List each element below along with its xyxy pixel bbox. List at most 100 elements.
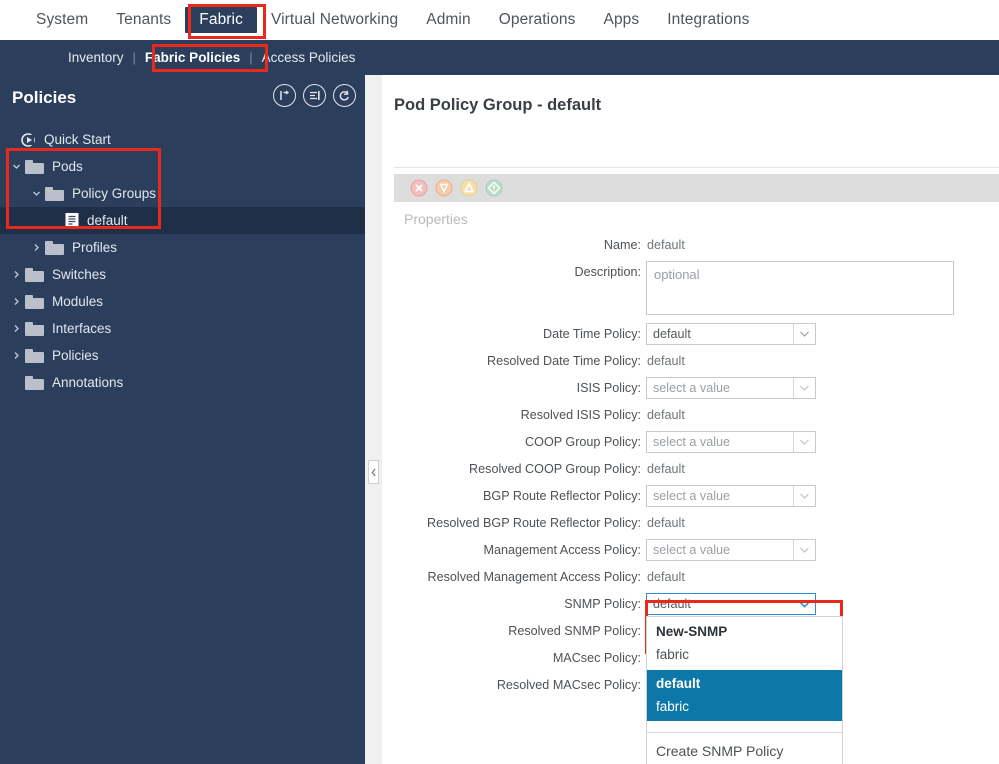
chevron-right-icon[interactable] [8,270,25,279]
resolved-management-access-policy-value: default [647,570,685,584]
properties-form: Name: default Description: optional Date… [382,234,999,764]
chevron-down-icon[interactable] [793,432,815,452]
snmp-dropdown-group-all: default fabric [647,670,842,721]
subnav-separator-2: | [249,50,253,65]
nav-item-admin[interactable]: Admin [412,7,484,33]
snmp-option-new-snmp[interactable]: New-SNMP [647,620,842,643]
snmp-option-fabric-recent[interactable]: fabric [647,643,842,666]
description-textarea[interactable]: optional [646,261,954,315]
nav-item-operations[interactable]: Operations [485,7,590,33]
chevron-right-icon[interactable] [8,351,25,360]
snmp-policy-select[interactable]: default [646,593,816,615]
management-access-policy-label: Management Access Policy: [483,543,642,557]
snmp-dropdown-group-recent: New-SNMP fabric [647,617,842,670]
nav-item-apps[interactable]: Apps [590,7,654,33]
minor-fault-icon[interactable] [460,179,478,197]
form-row-snmp-policy: SNMP Policy: default New-SNMP fabric def… [382,593,999,764]
form-row-coop-group-policy: COOP Group Policy: select a value [382,431,999,458]
chevron-down-icon[interactable] [793,486,815,506]
folder-icon [25,321,45,336]
form-row-resolved-isis-policy: Resolved ISIS Policy: default [382,404,999,431]
resolved-coop-group-policy-value: default [647,462,685,476]
snmp-policy-value: default [653,597,691,611]
tree-item-pods[interactable]: Pods [0,153,365,180]
snmp-policy-dropdown[interactable]: New-SNMP fabric default fabric Create SN… [646,616,843,764]
quick-start-icon [21,132,40,147]
nav-item-integrations[interactable]: Integrations [653,7,763,33]
coop-group-policy-select[interactable]: select a value [646,431,816,453]
management-access-policy-control: select a value [646,539,816,561]
date-time-policy-control: default [646,323,816,345]
tree-label: Annotations [52,375,124,390]
coop-group-policy-label: COOP Group Policy: [525,435,641,449]
tree-item-profiles[interactable]: Profiles [0,234,365,261]
tree-item-interfaces[interactable]: Interfaces [0,315,365,342]
date-time-policy-value: default [653,327,691,341]
subnav-item-fabric-policies[interactable]: Fabric Policies [145,50,240,65]
form-row-management-access-policy: Management Access Policy: select a value [382,539,999,566]
tree-item-default[interactable]: default [0,207,365,234]
chevron-right-icon[interactable] [8,324,25,333]
tree-item-switches[interactable]: Switches [0,261,365,288]
tree-label: Interfaces [52,321,112,336]
chevron-down-icon[interactable] [793,324,815,344]
form-row-resolved-bgp-route-reflector-policy: Resolved BGP Route Reflector Policy: def… [382,512,999,539]
nav-item-tenants[interactable]: Tenants [102,7,185,33]
tree-item-annotations[interactable]: Annotations [0,369,365,396]
nav-item-virtual-networking[interactable]: Virtual Networking [257,7,412,33]
tree-label: Switches [52,267,107,282]
snmp-option-fabric[interactable]: fabric [647,695,842,718]
isis-policy-select[interactable]: select a value [646,377,816,399]
major-fault-icon[interactable] [435,179,453,197]
nav-item-fabric[interactable]: Fabric [185,7,257,33]
folder-icon [25,267,45,282]
isis-policy-value: select a value [653,381,731,395]
create-snmp-policy-option[interactable]: Create SNMP Policy [647,733,842,764]
chevron-down-icon[interactable] [793,378,815,398]
name-value: default [647,238,685,252]
bgp-route-reflector-policy-select[interactable]: select a value [646,485,816,507]
document-icon [65,212,79,229]
folder-icon [45,240,65,255]
tree-label: Pods [52,159,83,174]
tree-label: Quick Start [44,132,111,147]
resolved-isis-policy-value: default [647,408,685,422]
chevron-down-icon[interactable] [793,594,815,614]
show-hidden-icon[interactable] [303,84,326,107]
form-row-date-time-policy: Date Time Policy: default [382,323,999,350]
subnav-item-access-policies[interactable]: Access Policies [262,50,356,65]
isis-policy-control: select a value [646,377,816,399]
subnav-item-inventory[interactable]: Inventory [68,50,124,65]
isis-policy-label: ISIS Policy: [576,381,641,395]
resolved-date-time-policy-value: default [647,354,685,368]
chevron-down-icon[interactable] [793,540,815,560]
chevron-right-icon[interactable] [8,297,25,306]
tree-item-quick-start[interactable]: Quick Start [0,126,365,153]
chevron-right-icon[interactable] [28,243,45,252]
tree-item-policies[interactable]: Policies [0,342,365,369]
name-label: Name: [603,238,641,252]
critical-fault-icon[interactable] [410,179,428,197]
folder-icon [25,348,45,363]
snmp-policy-label: SNMP Policy: [564,597,641,611]
snmp-option-default[interactable]: default [647,672,842,695]
coop-group-policy-value: select a value [653,435,731,449]
chevron-down-icon[interactable] [8,162,25,171]
tree-label: Modules [52,294,104,309]
management-access-policy-select[interactable]: select a value [646,539,816,561]
warning-fault-icon[interactable] [485,179,503,197]
tree-item-modules[interactable]: Modules [0,288,365,315]
sidebar-splitter[interactable] [365,75,382,764]
refresh-icon[interactable] [333,84,356,107]
date-time-policy-select[interactable]: default [646,323,816,345]
chevron-down-icon[interactable] [28,189,45,198]
nav-item-system[interactable]: System [22,7,102,33]
sidebar-collapse-handle[interactable] [368,460,379,484]
bgp-route-reflector-policy-value: select a value [653,489,731,503]
description-label: Description: [574,265,642,279]
policies-tree: Quick Start Pods Policy Groups default P… [0,120,365,396]
tree-label: Policy Groups [72,186,157,201]
collapse-all-icon[interactable] [273,84,296,107]
tree-item-policy-groups[interactable]: Policy Groups [0,180,365,207]
resolved-bgp-route-reflector-policy-label: Resolved BGP Route Reflector Policy: [427,516,641,530]
